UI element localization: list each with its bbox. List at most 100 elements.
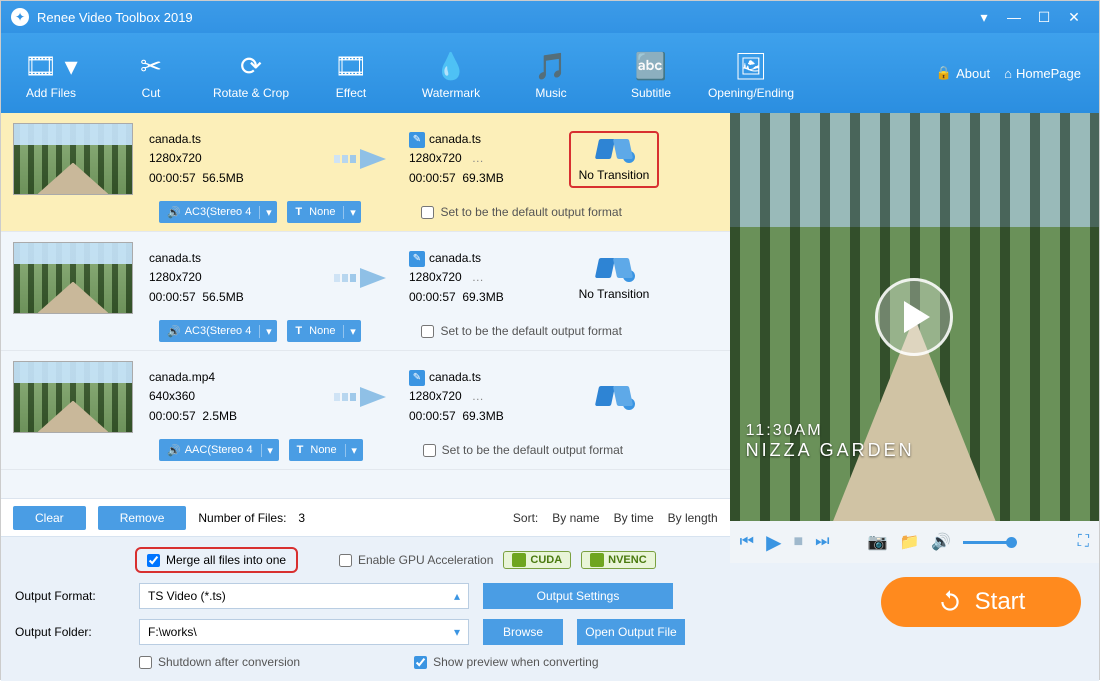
default-format-label: Set to be the default output format (440, 324, 621, 338)
merge-label: Merge all files into one (166, 553, 286, 567)
arrow-icon (319, 264, 409, 292)
nvenc-badge: NVENC (581, 551, 656, 569)
app-title: Renee Video Toolbox 2019 (37, 10, 193, 25)
chevron-down-icon[interactable]: ▾ (345, 444, 363, 457)
text-icon: T (297, 444, 304, 456)
file-count-value: 3 (298, 511, 305, 525)
list-footer: Clear Remove Number of Files: 3 Sort: By… (1, 498, 730, 536)
about-link[interactable]: 🔒 About (936, 65, 990, 81)
edit-icon[interactable]: ✎ (409, 132, 425, 148)
file-row[interactable]: canada.ts1280x72000:00:57 56.5MB✎canada.… (1, 113, 730, 232)
output-folder-select[interactable]: F:\works\ ▾ (139, 619, 469, 645)
toolbar-add-files[interactable]: 🎞 ▾Add Files (1, 46, 101, 100)
edit-icon[interactable]: ✎ (409, 370, 425, 386)
volume-icon[interactable]: 🔊 (931, 532, 951, 552)
file-row[interactable]: canada.mp4640x36000:00:57 2.5MB✎canada.t… (1, 351, 730, 470)
toolbar-effect[interactable]: 🎞Effect (301, 46, 401, 100)
output-resolution: 1280x720 (409, 151, 462, 165)
file-count-label: Number of Files: (198, 511, 286, 525)
preview-title-text: NIZZA GARDEN (746, 440, 915, 461)
source-duration-size: 00:00:57 56.5MB (149, 169, 319, 188)
dropdown-icon[interactable]: ▾ (969, 9, 999, 26)
more-icon[interactable]: … (472, 270, 484, 284)
maximize-button[interactable]: ☐ (1029, 9, 1059, 26)
output-resolution: 1280x720 (409, 389, 462, 403)
output-duration-size: 00:00:57 69.3MB (409, 407, 569, 426)
prev-button[interactable]: ⏮ (740, 533, 754, 551)
toolbar-music[interactable]: 🎵Music (501, 46, 601, 100)
start-button[interactable]: Start (881, 577, 1081, 627)
toolbar-watermark[interactable]: 💧Watermark (401, 46, 501, 100)
subtitle-select[interactable]: T None▾ (287, 201, 361, 223)
arrow-icon (319, 145, 409, 173)
toolbar-icon: 🔤 (601, 46, 701, 86)
output-format-select[interactable]: TS Video (*.ts) ▴ (139, 583, 469, 609)
edit-icon[interactable]: ✎ (409, 251, 425, 267)
next-button[interactable]: ⏭ (815, 533, 829, 551)
stop-button[interactable]: ■ (793, 533, 803, 551)
transition-button[interactable]: +No Transition (569, 131, 659, 188)
clear-button[interactable]: Clear (13, 506, 86, 530)
audio-track-select[interactable]: 🔊AAC(Stereo 4▾ (159, 439, 279, 461)
subtitle-select[interactable]: T None▾ (289, 439, 363, 461)
chevron-down-icon[interactable]: ▾ (261, 444, 279, 457)
gpu-checkbox-input[interactable] (339, 554, 352, 567)
toolbar-opening-ending[interactable]: 🖼Opening/Ending (701, 46, 801, 100)
transition-button[interactable]: + (569, 384, 659, 411)
shutdown-checkbox-input[interactable] (139, 656, 152, 669)
sort-by-name[interactable]: By name (552, 511, 599, 525)
more-icon[interactable]: … (472, 389, 484, 403)
options-panel: Merge all files into one Enable GPU Acce… (1, 536, 730, 681)
merge-checkbox[interactable]: Merge all files into one (135, 547, 298, 573)
output-settings-button[interactable]: Output Settings (483, 583, 673, 609)
play-button[interactable] (875, 278, 953, 356)
output-filename: canada.ts (429, 368, 481, 387)
source-resolution: 1280x720 (149, 149, 319, 168)
show-preview-checkbox[interactable]: Show preview when converting (414, 655, 598, 669)
output-duration-size: 00:00:57 69.3MB (409, 169, 569, 188)
chevron-down-icon[interactable]: ▾ (343, 206, 361, 219)
default-format-checkbox[interactable]: Set to be the default output format (421, 324, 621, 338)
gpu-checkbox[interactable]: Enable GPU Acceleration (339, 553, 493, 567)
open-output-folder-button[interactable]: Open Output File (577, 619, 685, 645)
homepage-link[interactable]: ⌂ HomePage (1004, 66, 1081, 81)
preview-time-text: 11:30AM (746, 422, 915, 440)
merge-checkbox-input[interactable] (147, 554, 160, 567)
gpu-label: Enable GPU Acceleration (358, 553, 493, 567)
play-small-button[interactable]: ▶ (766, 530, 781, 555)
toolbar-subtitle[interactable]: 🔤Subtitle (601, 46, 701, 100)
sort-by-length[interactable]: By length (668, 511, 718, 525)
chevron-down-icon: ▾ (454, 625, 460, 639)
chevron-down-icon[interactable]: ▾ (343, 325, 361, 338)
close-button[interactable]: ✕ (1059, 9, 1089, 26)
default-format-checkbox[interactable]: Set to be the default output format (421, 205, 621, 219)
show-preview-checkbox-input[interactable] (414, 656, 427, 669)
audio-track-select[interactable]: 🔊AC3(Stereo 4▾ (159, 320, 277, 342)
transition-button[interactable]: +No Transition (569, 256, 659, 301)
minimize-button[interactable]: — (999, 9, 1029, 25)
audio-track-select[interactable]: 🔊AC3(Stereo 4▾ (159, 201, 277, 223)
chevron-down-icon[interactable]: ▾ (259, 206, 277, 219)
default-format-checkbox[interactable]: Set to be the default output format (423, 443, 623, 457)
fullscreen-button[interactable]: ⛶ (1078, 533, 1089, 551)
more-icon[interactable]: … (472, 151, 484, 165)
toolbar-icon: ✂ (101, 46, 201, 86)
toolbar-rotate-crop[interactable]: ⟳Rotate & Crop (201, 46, 301, 100)
volume-slider[interactable] (963, 541, 1013, 544)
output-format-value: TS Video (*.ts) (148, 589, 226, 603)
text-icon: T (295, 325, 302, 337)
snapshot-button[interactable]: 📷 (868, 532, 888, 552)
toolbar-cut[interactable]: ✂Cut (101, 46, 201, 100)
chevron-down-icon[interactable]: ▾ (259, 325, 277, 338)
file-thumbnail (13, 123, 133, 195)
lock-icon: 🔒 (936, 65, 952, 81)
file-row[interactable]: canada.ts1280x72000:00:57 56.5MB✎canada.… (1, 232, 730, 351)
browse-button[interactable]: Browse (483, 619, 563, 645)
sort-by-time[interactable]: By time (614, 511, 654, 525)
transition-icon: + (597, 256, 631, 280)
output-resolution: 1280x720 (409, 270, 462, 284)
open-folder-icon[interactable]: 📁 (899, 532, 919, 552)
shutdown-checkbox[interactable]: Shutdown after conversion (139, 655, 300, 669)
remove-button[interactable]: Remove (98, 506, 187, 530)
subtitle-select[interactable]: T None▾ (287, 320, 361, 342)
